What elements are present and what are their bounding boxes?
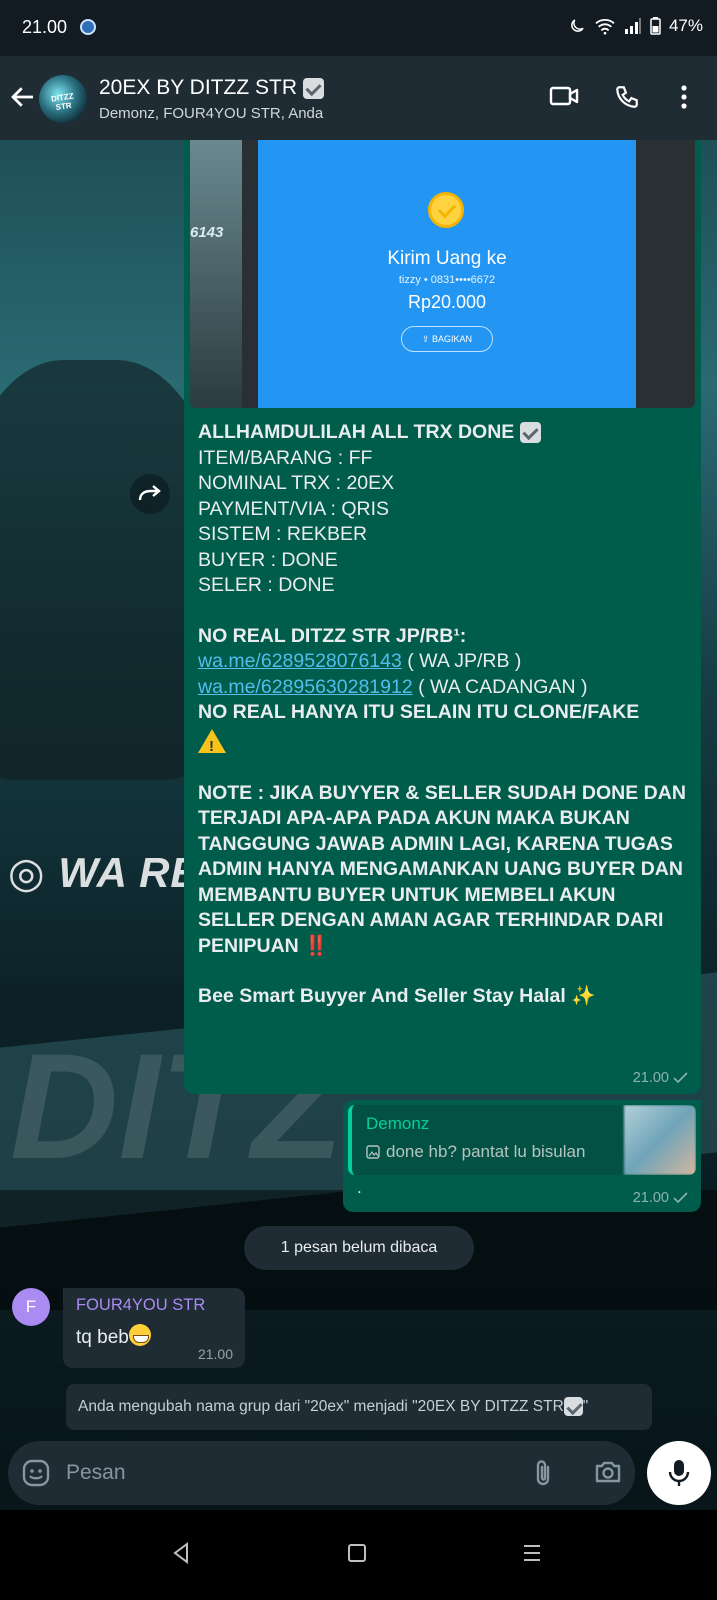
wa-link-2[interactable]: wa.me/62895630281912 bbox=[198, 676, 413, 698]
voice-record-button[interactable] bbox=[647, 1441, 711, 1505]
grin-emoji-icon bbox=[128, 1324, 151, 1346]
incoming-message[interactable]: FOUR4YOU STR tq beb 21.00 bbox=[63, 1288, 245, 1368]
image-label: 6143 bbox=[190, 224, 224, 241]
closing-text: Bee Smart Buyyer And Seller Stay Halal ✨ bbox=[198, 985, 596, 1007]
message-meta: 21.00 bbox=[633, 1070, 689, 1086]
group-title-text: 20EX BY DITZZ STR bbox=[99, 76, 297, 99]
message-headline: ALLHAMDULILAH ALL TRX DONE bbox=[198, 420, 690, 446]
quoted-author: Demonz bbox=[366, 1114, 430, 1133]
group-avatar[interactable]: DITZZ STR bbox=[39, 75, 87, 123]
shared-image[interactable]: 6143 Kirim Uang ke tizzy • 0831••••6672 … bbox=[190, 140, 695, 408]
sender-name[interactable]: FOUR4YOU STR bbox=[76, 1296, 205, 1315]
status-bar: 21.00 47% bbox=[0, 0, 717, 56]
receipt-recipient: tizzy • 0831••••6672 bbox=[398, 274, 496, 286]
group-title: 20EX BY DITZZ STR bbox=[99, 76, 324, 100]
quoted-thumbnail bbox=[624, 1105, 696, 1175]
message-text: ALLHAMDULILAH ALL TRX DONE ITEM/BARANG :… bbox=[198, 420, 690, 1010]
message-line: SISTEM : REKBER bbox=[198, 523, 368, 545]
attach-icon[interactable] bbox=[532, 1458, 554, 1488]
video-call-icon[interactable] bbox=[549, 84, 579, 108]
avatar-text: DITZZ STR bbox=[50, 91, 75, 113]
phone-icon[interactable] bbox=[614, 84, 640, 110]
warning-row bbox=[198, 726, 690, 760]
message-meta: 21.00 bbox=[633, 1190, 689, 1206]
message-line: NOMINAL TRX : 20EX bbox=[198, 472, 395, 494]
message-line: PAYMENT/VIA : QRIS bbox=[198, 497, 390, 520]
quoted-message[interactable]: Demonz done hb? pantat lu bisulan bbox=[348, 1105, 696, 1175]
image-left-strip: 6143 bbox=[190, 140, 242, 408]
payment-receipt: Kirim Uang ke tizzy • 0831••••6672 Rp20.… bbox=[258, 140, 636, 408]
receipt-title: Kirim Uang ke bbox=[387, 248, 507, 269]
notification-icon bbox=[80, 19, 96, 35]
status-icons: 47% bbox=[568, 16, 703, 36]
sender-avatar[interactable]: F bbox=[12, 1288, 50, 1326]
check-mark-icon bbox=[303, 77, 324, 99]
check-mark-icon bbox=[519, 422, 541, 444]
receipt-share-button: ⇪ BAGIKAN bbox=[401, 326, 493, 352]
message-composer bbox=[8, 1441, 635, 1505]
nav-recents-icon[interactable] bbox=[522, 1543, 542, 1563]
emoji-icon[interactable] bbox=[22, 1459, 50, 1487]
forward-icon bbox=[138, 485, 161, 501]
receipt-amount: Rp20.000 bbox=[407, 292, 487, 312]
note-text: NOTE : JIKA BUYYER & SELLER SUDAH DONE D… bbox=[198, 781, 686, 957]
battery-percent: 47% bbox=[668, 16, 703, 35]
wallpaper-watermark: ◎ WA RB bbox=[8, 849, 202, 896]
more-vert-icon[interactable] bbox=[680, 84, 688, 110]
image-icon bbox=[366, 1145, 380, 1159]
message-time: 21.00 bbox=[197, 1346, 233, 1362]
wa-link-1[interactable]: wa.me/6289528076143 bbox=[198, 650, 402, 672]
link-row-2: wa.me/62895630281912 ( WA CADANGAN ) bbox=[198, 675, 588, 698]
message-input[interactable] bbox=[66, 1441, 506, 1505]
chat-header: DITZZ STR 20EX BY DITZZ STR Demonz, FOUR… bbox=[0, 56, 717, 140]
forward-button[interactable] bbox=[130, 474, 170, 514]
no-real-title: NO REAL DITZZ STR JP/RB¹: bbox=[198, 624, 467, 647]
battery-icon bbox=[650, 17, 661, 35]
reply-text: . bbox=[357, 1178, 362, 1197]
message-time: 21.00 bbox=[632, 1070, 669, 1086]
warning-icon bbox=[198, 729, 226, 760]
message-line: SELER : DONE bbox=[198, 574, 335, 596]
signal-icon bbox=[624, 18, 641, 34]
group-info[interactable]: 20EX BY DITZZ STR Demonz, FOUR4YOU STR, … bbox=[99, 76, 324, 122]
outgoing-reply-message[interactable]: Demonz done hb? pantat lu bisulan . 21.0… bbox=[343, 1100, 701, 1212]
group-members: Demonz, FOUR4YOU STR, Anda bbox=[99, 105, 324, 122]
moon-icon bbox=[571, 19, 584, 32]
nav-back-icon[interactable] bbox=[172, 1542, 190, 1564]
quoted-text: done hb? pantat lu bisulan bbox=[366, 1142, 585, 1162]
coin-check-icon bbox=[428, 192, 464, 228]
back-arrow-icon[interactable] bbox=[8, 82, 38, 112]
link-row-1: wa.me/6289528076143 ( WA JP/RB ) bbox=[198, 650, 522, 672]
message-text: tq beb bbox=[76, 1324, 151, 1349]
no-real-warning: NO REAL HANYA ITU SELAIN ITU CLONE/FAKE bbox=[198, 701, 640, 723]
system-message: Anda mengubah nama grup dari "20ex" menj… bbox=[66, 1384, 652, 1430]
check-icon bbox=[673, 1072, 688, 1084]
check-icon bbox=[673, 1192, 688, 1204]
message-time: 21.00 bbox=[632, 1190, 669, 1206]
status-time: 21.00 bbox=[22, 17, 68, 37]
check-mark-icon bbox=[563, 1397, 583, 1417]
nav-home-icon[interactable] bbox=[348, 1544, 366, 1562]
mic-icon bbox=[668, 1460, 690, 1486]
message-line: BUYER : DONE bbox=[198, 548, 338, 571]
outgoing-message[interactable]: 6143 Kirim Uang ke tizzy • 0831••••6672 … bbox=[184, 140, 701, 1094]
camera-icon[interactable] bbox=[594, 1459, 622, 1485]
system-nav-bar bbox=[0, 1510, 717, 1600]
wifi-icon bbox=[595, 19, 615, 35]
unread-indicator: 1 pesan belum dibaca bbox=[244, 1226, 474, 1270]
message-line: ITEM/BARANG : FF bbox=[198, 446, 373, 469]
